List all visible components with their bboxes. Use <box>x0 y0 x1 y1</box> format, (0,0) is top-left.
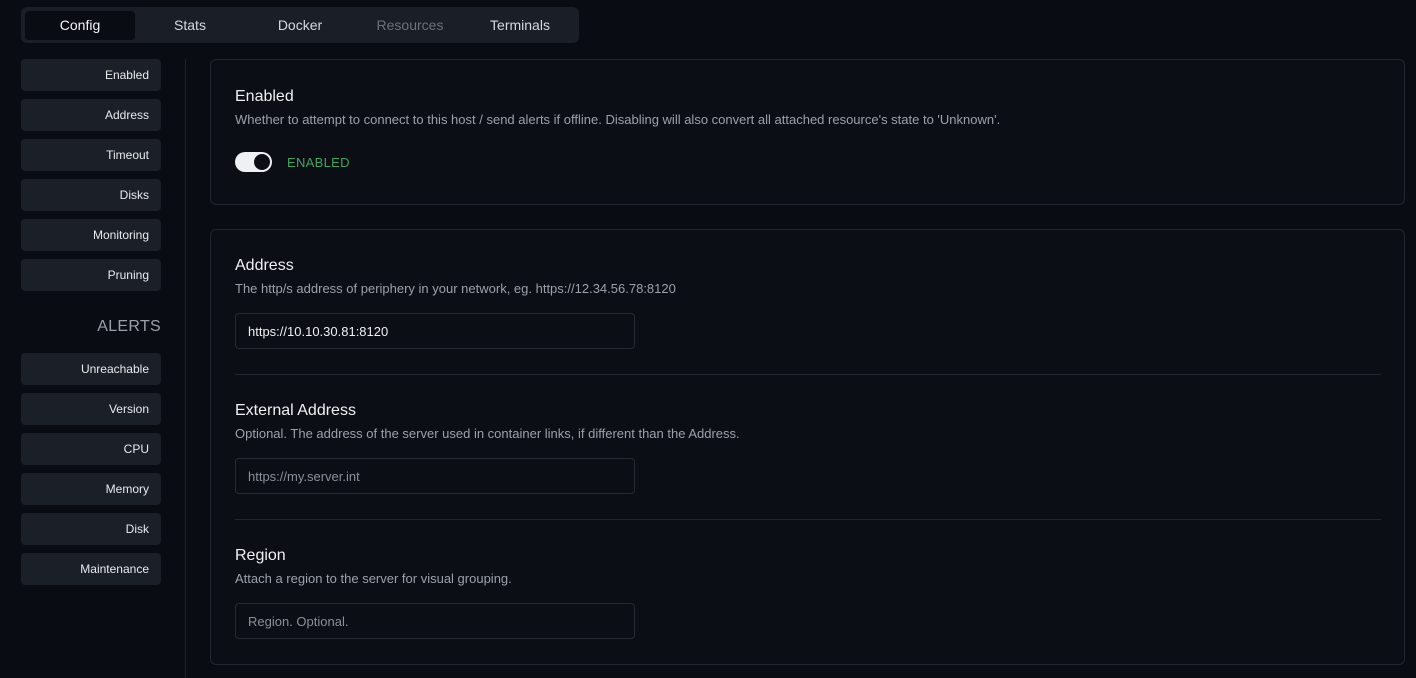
external-address-description: Optional. The address of the server used… <box>235 426 740 441</box>
sidebar: Enabled Address Timeout Disks Monitoring… <box>21 59 161 593</box>
enabled-card: Enabled Whether to attempt to connect to… <box>210 59 1405 205</box>
sidebar-item-disk[interactable]: Disk <box>21 513 161 545</box>
sidebar-item-version[interactable]: Version <box>21 393 161 425</box>
tab-terminals[interactable]: Terminals <box>465 11 575 40</box>
address-title: Address <box>235 257 294 274</box>
external-address-input[interactable] <box>235 458 635 494</box>
sidebar-item-enabled[interactable]: Enabled <box>21 59 161 91</box>
sidebar-item-cpu[interactable]: CPU <box>21 433 161 465</box>
address-section: Address The http/s address of periphery … <box>235 257 1381 349</box>
tab-bar: Config Stats Docker Resources Terminals <box>21 7 579 43</box>
enabled-description: Whether to attempt to connect to this ho… <box>235 112 1001 127</box>
region-input[interactable] <box>235 603 635 639</box>
sidebar-divider <box>185 59 186 678</box>
enabled-title: Enabled <box>235 88 294 105</box>
connection-card: Address The http/s address of periphery … <box>210 229 1405 665</box>
region-description: Attach a region to the server for visual… <box>235 571 512 586</box>
alerts-heading: ALERTS <box>97 318 161 335</box>
address-input[interactable] <box>235 313 635 349</box>
region-section: Region Attach a region to the server for… <box>235 547 1381 639</box>
tab-resources: Resources <box>376 17 444 33</box>
section-divider <box>235 519 1381 520</box>
sidebar-item-address[interactable]: Address <box>21 99 161 131</box>
external-address-section: External Address Optional. The address o… <box>235 402 1381 494</box>
sidebar-item-pruning[interactable]: Pruning <box>21 259 161 291</box>
enabled-status-label: ENABLED <box>287 154 350 170</box>
sidebar-item-disks[interactable]: Disks <box>21 179 161 211</box>
toggle-knob <box>254 154 270 170</box>
enabled-toggle-row: ENABLED <box>235 152 350 172</box>
sidebar-item-timeout[interactable]: Timeout <box>21 139 161 171</box>
enabled-section: Enabled Whether to attempt to connect to… <box>235 88 1385 127</box>
sidebar-item-monitoring[interactable]: Monitoring <box>21 219 161 251</box>
tab-stats[interactable]: Stats <box>135 11 245 40</box>
tab-config[interactable]: Config <box>25 10 135 40</box>
address-description: The http/s address of periphery in your … <box>235 281 676 296</box>
tab-docker[interactable]: Docker <box>245 11 355 40</box>
sidebar-item-maintenance[interactable]: Maintenance <box>21 553 161 585</box>
sidebar-item-unreachable[interactable]: Unreachable <box>21 353 161 385</box>
region-title: Region <box>235 547 286 564</box>
enabled-toggle[interactable] <box>235 152 272 172</box>
section-divider <box>235 374 1381 375</box>
external-address-title: External Address <box>235 402 356 419</box>
sidebar-item-memory[interactable]: Memory <box>21 473 161 505</box>
